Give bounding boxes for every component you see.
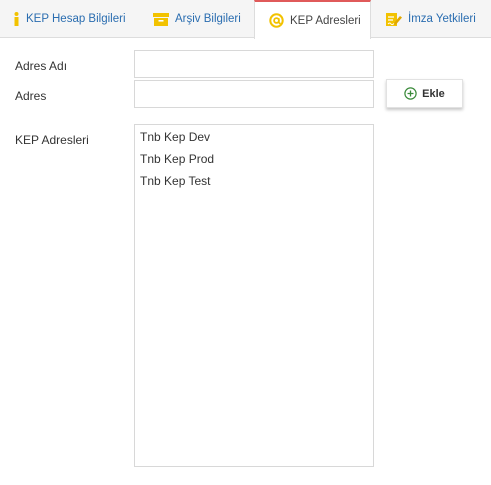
tab-bar: KEP Hesap Bilgileri Arşiv Bilgileri KEP …	[0, 0, 491, 39]
add-button-label: Ekle	[422, 87, 445, 100]
address-name-input[interactable]	[134, 50, 374, 78]
at-sign-icon	[269, 13, 284, 28]
kep-addresses-list[interactable]: Tnb Kep Dev Tnb Kep Prod Tnb Kep Test	[134, 124, 374, 467]
tab-label: KEP Adresleri	[290, 14, 361, 27]
list-item[interactable]: Tnb Kep Dev	[135, 126, 373, 148]
address-input[interactable]	[134, 80, 374, 108]
add-button[interactable]: Ekle	[386, 79, 463, 108]
tab-label: KEP Hesap Bilgileri	[26, 13, 126, 25]
kep-addresses-label: KEP Adresleri	[15, 133, 89, 147]
tab-kep-hesap-bilgileri[interactable]: KEP Hesap Bilgileri	[0, 0, 140, 38]
tab-kep-adresleri[interactable]: KEP Adresleri	[254, 0, 371, 39]
tab-arsiv-bilgileri[interactable]: Arşiv Bilgileri	[140, 0, 254, 38]
address-label: Adres	[15, 89, 47, 103]
address-name-label: Adres Adı	[15, 59, 68, 73]
list-item[interactable]: Tnb Kep Prod	[135, 148, 373, 170]
info-icon	[13, 12, 20, 26]
list-item[interactable]: Tnb Kep Test	[135, 170, 373, 192]
archive-box-icon	[153, 12, 169, 26]
tab-label: Arşiv Bilgileri	[175, 13, 241, 25]
plus-circle-icon	[404, 87, 417, 100]
signature-edit-icon	[386, 12, 402, 27]
tab-label: İmza Yetkileri	[408, 13, 476, 25]
tab-imza-yetkileri[interactable]: İmza Yetkileri	[371, 0, 491, 38]
